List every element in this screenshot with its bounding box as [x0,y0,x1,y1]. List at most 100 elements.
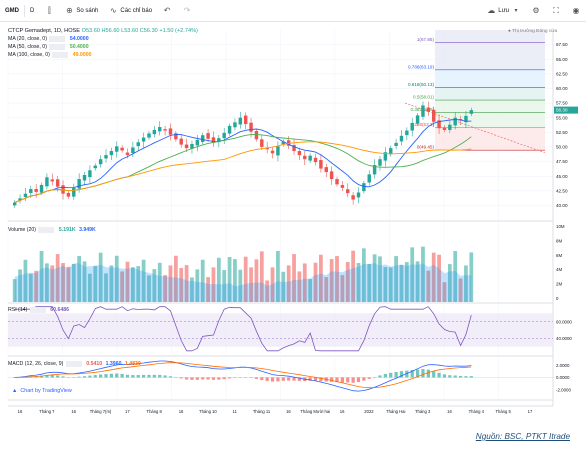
ma50-line [14,134,472,203]
macd-histogram-bar [115,373,119,378]
candle-body [147,133,151,138]
candle-body [222,132,226,139]
ma100-legend[interactable]: MA (100, close, 0) 49.0000 [8,51,198,59]
candle-body [378,159,382,166]
candle-body [405,130,409,136]
macd-histogram-bar [469,376,473,378]
macd-histogram-bar [260,377,264,381]
candle-body [270,150,275,154]
price-tick-label: 57.50 [556,101,568,106]
price-tick-label: 65.00 [556,57,568,62]
candle-body [88,170,92,178]
candle-body [362,183,366,192]
macd-histogram-bar [367,377,371,379]
market-status-text: Thị trường Đóng cửa [512,29,558,34]
macd-histogram-bar [77,376,81,378]
ma20-legend[interactable]: MA (20, close, 0) 54.0000 [8,35,198,43]
ma20-line [14,118,472,203]
symbol-label: GMD [5,7,19,14]
time-tick-label: 2022 [364,409,374,414]
fib-zone [435,100,545,113]
candle-body [335,179,339,185]
redo-button[interactable]: ↷ [177,6,197,16]
candle-body [260,139,264,147]
candle-body [297,151,302,156]
fib-zone [435,42,545,70]
macd-histogram-bar [152,374,156,378]
macd-hist-value: 0.5410 [86,361,103,367]
macd-legend: MACD (12, 26, close, 9) 0.5410 1.3960 1.… [8,360,141,368]
macd-histogram-bar [378,375,382,378]
candle-body [453,117,457,126]
redo-icon: ↷ [183,6,191,15]
macd-histogram-bar [292,377,296,381]
ma20-value: 54.0000 [69,36,89,42]
candle-body [141,137,146,142]
save-button[interactable]: ☁ Lưu ▾ [481,6,526,16]
candle-body [50,179,55,182]
ohlc-values: O53.60 H56.60 L53.60 C56.30 +1.50 (+2.74… [81,28,198,34]
candle-body [410,122,414,131]
candle-body [442,127,447,130]
ma100-line [14,141,472,203]
macd-histogram-bar [287,377,291,381]
time-tick-label: 11 [233,409,238,414]
macd-histogram-bar [168,376,173,378]
candle-body [72,187,76,197]
macd-histogram-bar [464,376,468,378]
branding-text: Chart by TradingView [20,388,72,394]
undo-button[interactable]: ↶ [157,6,177,16]
macd-histogram-bar [453,375,457,378]
candle-body [66,192,71,197]
candle-body [227,125,232,134]
settings-box [52,51,69,58]
ma50-legend[interactable]: MA (50, close, 0) 50.4000 [8,43,198,51]
volume-tick-label: 0 [556,296,559,301]
source-note[interactable]: Nguồn: BSC, PTKT Itrade [476,432,570,441]
macd-histogram-bar [158,374,162,378]
macd-histogram-bar [56,375,60,378]
macd-histogram-bar [346,377,350,383]
macd-value: 1.3960 [105,361,122,367]
macd-histogram-bar [448,375,452,378]
candle-type-button[interactable]: ⫿ [39,6,59,16]
candle-body [120,147,124,151]
time-tick-label: 16 [340,409,345,414]
settings-box [65,360,82,367]
snapshot-button[interactable]: ◉ [566,6,586,16]
tradingview-branding[interactable]: ▲ Chart by TradingView [12,388,72,394]
candle-body [303,155,307,160]
indicators-icon: ∿ [110,6,117,15]
macd-histogram-bar [201,377,205,380]
macd-histogram-bar [206,377,210,380]
time-tick-label: Tháng 4 [469,409,485,414]
indicators-button[interactable]: ∿ Các chỉ báo [103,6,157,16]
macd-histogram-bar [265,377,269,381]
current-price-label: 56.30 [556,108,568,113]
ma20-label: MA (20, close, 0) [8,36,47,42]
rsi-value: 60.6486 [50,307,69,313]
macd-histogram-bar [389,372,393,378]
candle-body [93,165,97,169]
ma50-value: 50.4000 [69,44,89,50]
gear-icon: ⚙ [532,6,540,15]
candle-body [23,193,28,197]
macd-histogram-bar [432,371,436,378]
volume-ma-area [14,263,472,302]
compare-button[interactable]: ⊕ So sánh [59,6,103,16]
symbol-search[interactable]: GMD [0,8,24,14]
candle-body [131,147,135,154]
fullscreen-button[interactable]: ⛶ [546,6,566,16]
price-tick-label: 60.00 [556,86,568,91]
candle-body [254,131,259,140]
candle-body [238,117,243,125]
candle-body [340,185,345,188]
rsi-tick-label: 40.0000 [556,336,572,341]
fibonacci-retracement[interactable]: 1(67.85) 0.786(63.19) 0.618(60.13) 0.5(58.0… [404,30,546,154]
volume-legend: Volume (20) 5.191K 3.949K [8,226,96,234]
compare-label: So sánh [76,7,99,14]
moving-averages [14,118,472,203]
settings-button[interactable]: ⚙ [526,6,546,16]
candle-body [206,133,210,139]
interval-button[interactable]: D [25,8,39,14]
